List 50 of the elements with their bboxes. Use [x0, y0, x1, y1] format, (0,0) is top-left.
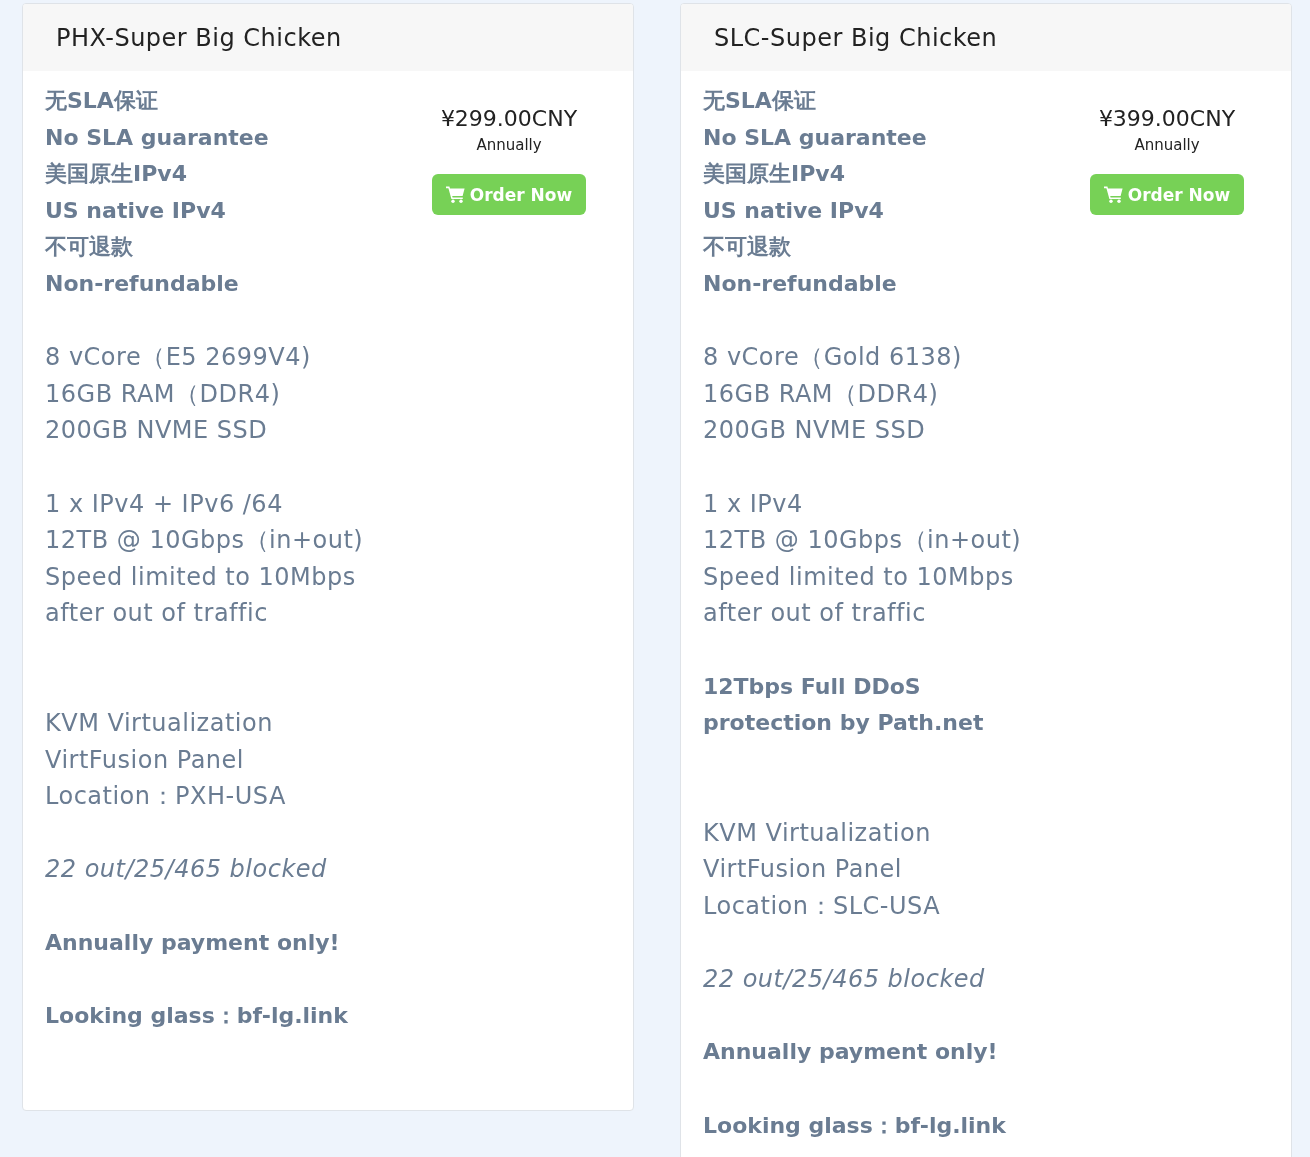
feature-text: VirtFusion Panel	[703, 854, 902, 886]
feature-text: Speed limited to 10Mbps	[703, 561, 1014, 593]
feature-text: US native IPv4	[703, 196, 884, 225]
order-button[interactable]: Order Now	[1089, 174, 1245, 215]
plan-title: PHX-Super Big Chicken	[56, 23, 342, 52]
feature-text: Non-refundable	[703, 269, 897, 298]
feature-text: 22 out/25/465 blocked	[703, 964, 985, 996]
price-text: ¥399.00CNY	[1098, 105, 1236, 133]
feature-text: after out of traffic	[45, 598, 268, 630]
feature-text: Annually payment only!	[45, 928, 340, 957]
feature-text: Annually payment only!	[703, 1038, 998, 1067]
feature-text: 8 vCore（E5 2699V4)	[45, 342, 311, 374]
feature-text: No SLA guarantee	[703, 123, 927, 152]
feature-text: 1 x IPv4 + IPv6 /64	[45, 488, 283, 520]
feature-text: 不可退款	[703, 233, 791, 262]
feature-text: Location：PXH-USA	[45, 781, 286, 813]
feature-text: 12TB @ 10Gbps（in+out)	[703, 525, 1022, 557]
feature-text: Looking glass：bf-lg.link	[703, 1111, 1006, 1140]
billing-cycle-text: Annually	[476, 135, 542, 155]
feature-text: 1 x IPv4	[703, 488, 803, 520]
feature-text: 12TB @ 10Gbps（in+out)	[45, 525, 364, 557]
billing-cycle-text: Annually	[1134, 135, 1200, 155]
feature-text: 200GB NVME SSD	[703, 415, 926, 447]
feature-text: Looking glass：bf-lg.link	[45, 1001, 348, 1030]
price-text: ¥299.00CNY	[440, 105, 578, 133]
feature-text: VirtFusion Panel	[45, 744, 244, 776]
feature-text: Location：SLC-USA	[703, 891, 941, 923]
feature-text: 16GB RAM（DDR4)	[703, 378, 939, 410]
feature-text: US native IPv4	[45, 196, 226, 225]
feature-text: protection by Path.net	[703, 709, 984, 738]
feature-text: 16GB RAM（DDR4)	[45, 378, 281, 410]
feature-text: 12Tbps Full DDoS	[703, 672, 921, 701]
feature-text: 无SLA保证	[703, 87, 816, 115]
feature-text: KVM Virtualization	[703, 817, 931, 849]
feature-text: 美国原生IPv4	[45, 160, 187, 189]
feature-text: 无SLA保证	[45, 87, 158, 115]
feature-text: KVM Virtualization	[45, 708, 273, 740]
feature-text: Speed limited to 10Mbps	[45, 561, 356, 593]
cart-icon	[1103, 186, 1123, 203]
order-button[interactable]: Order Now	[431, 174, 587, 215]
plan-title: SLC-Super Big Chicken	[714, 23, 998, 52]
feature-text: 不可退款	[45, 233, 133, 262]
feature-text: No SLA guarantee	[45, 123, 269, 152]
feature-text: Non-refundable	[45, 269, 239, 298]
feature-text: 美国原生IPv4	[703, 160, 845, 189]
feature-text: 200GB NVME SSD	[45, 415, 268, 447]
cart-icon	[445, 186, 465, 203]
feature-text: after out of traffic	[703, 598, 926, 630]
feature-text: 22 out/25/465 blocked	[45, 854, 327, 886]
feature-text: 8 vCore（Gold 6138)	[703, 342, 962, 374]
